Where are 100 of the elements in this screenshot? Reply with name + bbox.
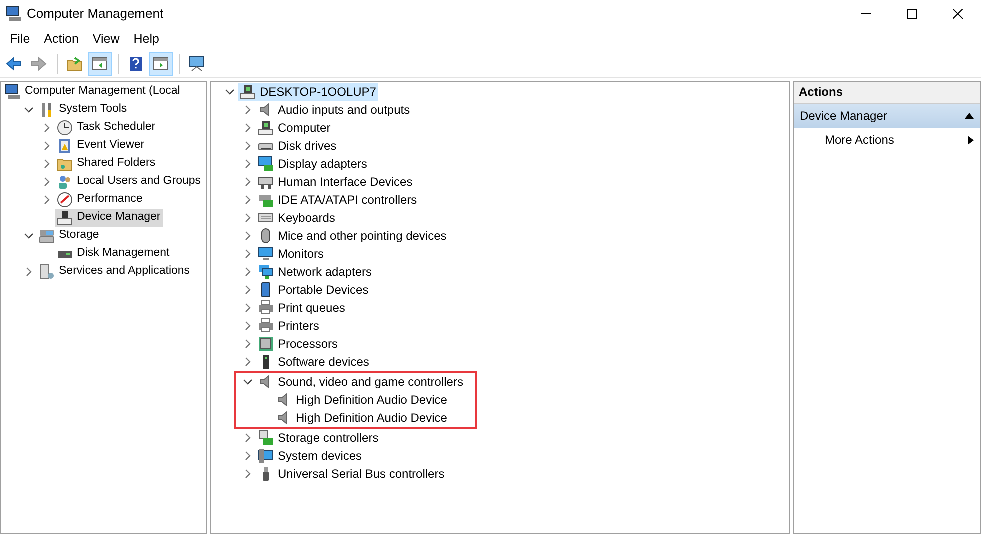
monitor-icon — [258, 246, 274, 262]
help-icon — [128, 56, 144, 72]
section-label: Device Manager — [800, 108, 888, 125]
chevron-right-icon[interactable] — [44, 141, 50, 151]
printer-icon — [258, 300, 274, 316]
chevron-right-icon[interactable] — [245, 267, 251, 277]
chevron-right-icon[interactable] — [245, 141, 251, 151]
tree-item[interactable]: Display adapters — [256, 155, 370, 173]
menu-item[interactable]: Help — [126, 30, 166, 48]
actions-header: Actions — [794, 82, 980, 104]
tree-item[interactable]: IDE ATA/ATAPI controllers — [256, 191, 420, 209]
storage-icon — [39, 228, 55, 244]
folder-icon — [67, 56, 83, 72]
window-title: Computer Management — [27, 5, 165, 24]
computer-icon — [6, 6, 22, 22]
tree-item[interactable]: Disk Management — [55, 245, 172, 263]
chevron-right-icon[interactable] — [245, 195, 251, 205]
network-icon — [258, 264, 274, 280]
tree-item[interactable]: Computer — [256, 119, 333, 137]
tree-item[interactable]: Performance — [55, 191, 145, 209]
users-icon — [57, 174, 73, 190]
chevron-right-icon[interactable] — [245, 249, 251, 259]
menu-item[interactable]: Action — [37, 30, 86, 48]
tree-item[interactable]: Network adapters — [256, 263, 374, 281]
tree-item[interactable]: Sound, video and game controllers — [256, 373, 466, 391]
chevron-right-icon[interactable] — [245, 433, 251, 443]
tree-item[interactable]: Print queues — [256, 299, 348, 317]
close-icon — [953, 9, 963, 19]
panel-icon — [153, 56, 169, 72]
tree-item[interactable]: Software devices — [256, 353, 372, 371]
tree-item[interactable]: Event Viewer — [55, 137, 147, 155]
tree-item[interactable]: Printers — [256, 317, 322, 335]
chevron-right-icon[interactable] — [245, 321, 251, 331]
tree-item[interactable]: Processors — [256, 335, 340, 353]
storage-controller-icon — [258, 430, 274, 446]
menu-item[interactable]: View — [86, 30, 127, 48]
chevron-down-icon[interactable] — [243, 379, 253, 385]
tree-item[interactable]: Monitors — [256, 245, 326, 263]
chevron-right-icon[interactable] — [44, 177, 50, 187]
tree-item[interactable]: Storage — [37, 227, 102, 245]
computer-icon — [57, 210, 73, 226]
chip-icon — [258, 336, 274, 352]
clock-icon — [57, 120, 73, 136]
chevron-right-icon[interactable] — [245, 177, 251, 187]
log-icon — [57, 138, 73, 154]
tree-item[interactable]: System Tools — [37, 101, 130, 119]
more-actions-item[interactable]: More Actions — [794, 128, 980, 152]
chevron-right-icon[interactable] — [245, 105, 251, 115]
maximize-icon — [907, 9, 917, 19]
card-icon — [258, 192, 274, 208]
tree-item[interactable]: Device Manager — [55, 209, 163, 227]
tree-item[interactable]: System devices — [256, 447, 364, 465]
tree-item[interactable]: Local Users and Groups — [55, 173, 204, 191]
chevron-right-icon[interactable] — [245, 231, 251, 241]
monitor-icon — [189, 56, 205, 72]
chevron-down-icon[interactable] — [24, 233, 34, 239]
tree-item[interactable]: Keyboards — [256, 209, 338, 227]
chevron-down-icon[interactable] — [24, 107, 34, 113]
tree-item[interactable]: Services and Applications — [37, 263, 192, 281]
tree-item[interactable]: Universal Serial Bus controllers — [256, 465, 447, 483]
tree-item[interactable]: High Definition Audio Device — [274, 409, 450, 427]
chevron-right-icon[interactable] — [245, 357, 251, 367]
chevron-right-icon[interactable] — [245, 303, 251, 313]
server-icon — [39, 264, 55, 280]
menu-item[interactable]: File — [3, 30, 38, 48]
chevron-right-icon[interactable] — [245, 451, 251, 461]
tree-item[interactable]: Shared Folders — [55, 155, 158, 173]
toolbar-button[interactable] — [149, 52, 173, 76]
tree-item[interactable]: Task Scheduler — [55, 119, 158, 137]
chevron-right-icon[interactable] — [44, 159, 50, 169]
printer-icon — [258, 318, 274, 334]
tree-item[interactable]: Mice and other pointing devices — [256, 227, 449, 245]
back-arrow-icon — [6, 56, 22, 72]
tree-item[interactable]: Audio inputs and outputs — [256, 101, 412, 119]
chevron-right-icon[interactable] — [245, 285, 251, 295]
chevron-right-icon[interactable] — [44, 195, 50, 205]
forward-arrow-icon — [31, 56, 47, 72]
chevron-right-icon[interactable] — [245, 123, 251, 133]
gauge-icon — [57, 192, 73, 208]
chevron-right-icon[interactable] — [245, 469, 251, 479]
action-label: More Actions — [825, 132, 894, 149]
system-device-icon — [258, 448, 274, 464]
tree-item[interactable]: DESKTOP-1OOLUP7 — [238, 83, 378, 101]
tree-item[interactable]: Disk drives — [256, 137, 339, 155]
chevron-right-icon[interactable] — [245, 213, 251, 223]
tree-item[interactable]: Storage controllers — [256, 429, 381, 447]
tree-item[interactable]: Computer Management (Local — [3, 83, 182, 101]
tree-item[interactable]: Human Interface Devices — [256, 173, 415, 191]
toolbar-button[interactable] — [88, 52, 112, 76]
computer-icon — [5, 84, 21, 100]
chevron-down-icon[interactable] — [225, 89, 235, 95]
chevron-right-icon[interactable] — [26, 267, 32, 277]
tree-item[interactable]: Portable Devices — [256, 281, 371, 299]
chevron-right-icon[interactable] — [44, 123, 50, 133]
computer-icon — [258, 120, 274, 136]
chevron-right-icon[interactable] — [245, 339, 251, 349]
tree-item[interactable]: High Definition Audio Device — [274, 391, 450, 409]
display-adapter-icon — [258, 156, 274, 172]
chevron-right-icon[interactable] — [245, 159, 251, 169]
actions-section[interactable]: Device Manager — [794, 104, 980, 128]
